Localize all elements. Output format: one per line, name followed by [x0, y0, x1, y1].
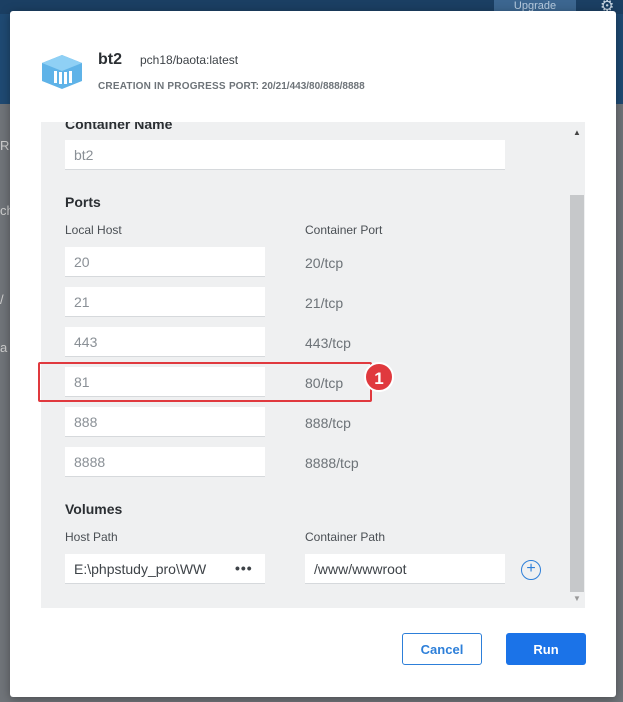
browse-button[interactable]: ••• — [235, 560, 253, 576]
local-host-label: Local Host — [65, 223, 122, 237]
local-port-input[interactable] — [65, 447, 265, 477]
container-port-value: 8888/tcp — [305, 455, 359, 471]
container-name-heading: Container Name — [65, 122, 173, 132]
add-volume-button[interactable]: + — [521, 560, 541, 580]
backdrop-text-fragment: / — [0, 292, 4, 307]
container-port-value: 443/tcp — [305, 335, 351, 351]
container-port-label: Container Port — [305, 223, 383, 237]
scrollbar-thumb[interactable] — [570, 195, 584, 592]
cancel-button[interactable]: Cancel — [402, 633, 482, 665]
form-scrollbar[interactable]: ▲ ▼ — [569, 122, 585, 608]
container-port-value: 20/tcp — [305, 255, 344, 271]
container-stack-icon — [42, 55, 82, 89]
run-button[interactable]: Run — [506, 633, 586, 665]
host-path-label: Host Path — [65, 530, 118, 544]
image-tag: pch18/baota:latest — [140, 53, 239, 67]
container-port-value: 888/tcp — [305, 415, 351, 431]
container-path-input[interactable] — [305, 554, 505, 584]
local-port-input[interactable] — [65, 407, 265, 437]
port-summary: PORT: 20/21/443/80/888/8888 — [229, 81, 365, 92]
run-container-dialog: bt2 pch18/baota:latest CREATION IN PROGR… — [10, 11, 616, 697]
local-port-input[interactable] — [65, 247, 265, 277]
scroll-up-icon[interactable]: ▲ — [573, 128, 581, 137]
local-port-input[interactable] — [65, 287, 265, 317]
dialog-header: bt2 pch18/baota:latest CREATION IN PROGR… — [10, 11, 616, 119]
annotation-highlight-box — [38, 362, 372, 402]
container-port-value: 21/tcp — [305, 295, 344, 311]
volumes-heading: Volumes — [65, 501, 123, 517]
status-text: CREATION IN PROGRESS — [98, 81, 226, 92]
backdrop-text-fragment: R — [0, 138, 10, 153]
container-title: bt2 — [98, 51, 122, 68]
container-path-label: Container Path — [305, 530, 386, 544]
local-port-input[interactable] — [65, 327, 265, 357]
scroll-down-icon[interactable]: ▼ — [573, 594, 581, 603]
annotation-badge: 1 — [364, 362, 394, 392]
container-name-input[interactable] — [65, 140, 505, 170]
ports-heading: Ports — [65, 194, 101, 210]
backdrop-text-fragment: a — [0, 340, 8, 355]
